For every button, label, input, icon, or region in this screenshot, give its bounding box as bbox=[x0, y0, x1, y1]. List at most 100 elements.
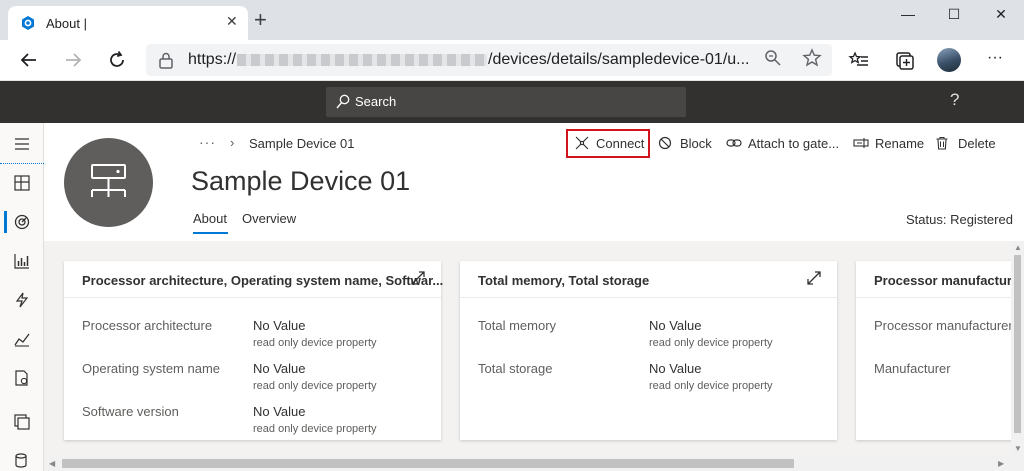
connect-icon bbox=[575, 136, 589, 150]
nav-item-jobs[interactable] bbox=[0, 359, 44, 397]
property-hint: read only device property bbox=[253, 380, 377, 392]
scroll-right-arrow-icon[interactable]: ▶ bbox=[998, 459, 1004, 468]
card-title: Total memory, Total storage bbox=[478, 273, 650, 288]
device-avatar bbox=[64, 138, 153, 227]
favorites-list-icon[interactable] bbox=[847, 48, 871, 72]
favorite-star-icon[interactable] bbox=[802, 48, 822, 68]
property-label: Processor manufacturer bbox=[874, 318, 1011, 333]
horizontal-scrollbar[interactable]: ◀ ▶ bbox=[44, 456, 1024, 471]
connect-button[interactable]: Connect bbox=[575, 136, 645, 152]
collections-icon[interactable] bbox=[892, 48, 916, 72]
nav-item-data-export[interactable] bbox=[0, 442, 44, 471]
dashboard-icon bbox=[14, 175, 30, 191]
tab-overview[interactable]: Overview bbox=[242, 211, 296, 226]
attach-to-gateway-button[interactable]: Attach to gate... bbox=[726, 136, 841, 152]
property-value: No Value bbox=[253, 361, 306, 376]
property-label: Total memory bbox=[478, 318, 557, 333]
hamburger-menu-icon bbox=[15, 138, 29, 150]
browser-tab-strip: About | ✕ + — ☐ ✕ bbox=[0, 0, 1024, 40]
delete-label: Delete bbox=[958, 136, 996, 151]
expand-icon[interactable] bbox=[806, 270, 822, 286]
help-icon[interactable]: ? bbox=[950, 90, 959, 110]
attach-label: Attach to gate... bbox=[748, 136, 840, 151]
devices-icon bbox=[14, 214, 30, 230]
nav-item-dashboard[interactable] bbox=[0, 164, 44, 202]
maximize-window-button[interactable]: ☐ bbox=[940, 6, 968, 28]
close-window-button[interactable]: ✕ bbox=[987, 6, 1015, 28]
page-title: Sample Device 01 bbox=[191, 166, 411, 196]
vertical-scroll-thumb[interactable] bbox=[1014, 255, 1021, 433]
scroll-down-arrow-icon[interactable]: ▼ bbox=[1014, 444, 1022, 453]
attach-icon bbox=[726, 139, 742, 147]
rename-icon bbox=[853, 138, 869, 148]
card-divider bbox=[64, 297, 441, 298]
block-label: Block bbox=[680, 136, 712, 151]
card-divider bbox=[856, 297, 1011, 298]
app-header: Search ? bbox=[0, 81, 1024, 123]
block-button[interactable]: Block bbox=[658, 136, 713, 152]
property-value: No Value bbox=[649, 361, 702, 376]
device-status: Status: Registered bbox=[906, 212, 1013, 227]
properties-card-processor: Processor manufacturer Processor manufac… bbox=[856, 261, 1011, 440]
breadcrumb-current: Sample Device 01 bbox=[249, 136, 355, 151]
expand-icon[interactable] bbox=[410, 270, 426, 286]
connect-label: Connect bbox=[596, 136, 645, 151]
rename-label: Rename bbox=[875, 136, 925, 151]
rename-button[interactable]: Rename bbox=[853, 136, 925, 152]
breadcrumb-overflow-button[interactable]: ··· bbox=[199, 134, 216, 150]
nav-item-rules[interactable] bbox=[0, 281, 44, 319]
vertical-scrollbar[interactable]: ▲ ▼ bbox=[1011, 241, 1024, 456]
nav-item-insights[interactable] bbox=[0, 320, 44, 358]
property-label: Manufacturer bbox=[874, 361, 951, 376]
property-hint: read only device property bbox=[649, 380, 773, 392]
property-value: No Value bbox=[649, 318, 702, 333]
delete-button[interactable]: Delete bbox=[935, 136, 997, 152]
zoom-icon[interactable] bbox=[764, 49, 782, 67]
redacted-url-segment bbox=[237, 53, 488, 66]
device-templates-icon bbox=[14, 414, 30, 430]
card-title: Processor manufacturer bbox=[874, 273, 1011, 288]
nav-item-device-templates[interactable] bbox=[0, 403, 44, 441]
address-bar[interactable]: https:///devices/details/sampledevice-01… bbox=[146, 44, 832, 76]
left-nav bbox=[0, 123, 44, 471]
url-text[interactable]: https:///devices/details/sampledevice-01… bbox=[188, 51, 750, 69]
device-properties-area: Processor architecture, Operating system… bbox=[44, 241, 1011, 456]
nav-hamburger[interactable] bbox=[0, 125, 44, 163]
property-label: Software version bbox=[82, 404, 179, 419]
profile-avatar[interactable] bbox=[937, 48, 961, 72]
browser-tab-title: About | bbox=[46, 16, 87, 31]
lightning-rules-icon bbox=[15, 292, 29, 308]
more-menu-icon[interactable]: ··· bbox=[983, 46, 1007, 70]
minimize-window-button[interactable]: — bbox=[894, 6, 922, 28]
back-arrow-icon[interactable] bbox=[17, 48, 41, 72]
nav-active-indicator bbox=[4, 211, 7, 233]
device-network-icon bbox=[91, 164, 126, 197]
new-tab-button[interactable]: + bbox=[254, 9, 267, 31]
delete-icon bbox=[936, 136, 948, 150]
scroll-left-arrow-icon[interactable]: ◀ bbox=[49, 459, 55, 468]
search-box[interactable]: Search bbox=[326, 87, 686, 117]
property-label: Processor architecture bbox=[82, 318, 213, 333]
refresh-icon[interactable] bbox=[105, 48, 129, 72]
document-jobs-icon bbox=[15, 370, 28, 386]
browser-tab[interactable]: About | ✕ bbox=[8, 6, 248, 40]
horizontal-scroll-thumb[interactable] bbox=[62, 459, 794, 468]
scroll-up-arrow-icon[interactable]: ▲ bbox=[1014, 243, 1022, 252]
bar-chart-icon bbox=[14, 254, 29, 269]
property-hint: read only device property bbox=[649, 337, 773, 349]
tab-selected-indicator bbox=[193, 232, 228, 234]
lock-icon[interactable] bbox=[158, 51, 174, 69]
browser-toolbar: https:///devices/details/sampledevice-01… bbox=[0, 40, 1024, 81]
tab-about[interactable]: About bbox=[193, 211, 227, 226]
close-tab-icon[interactable]: ✕ bbox=[226, 13, 238, 30]
properties-card-system: Processor architecture, Operating system… bbox=[64, 261, 443, 440]
search-placeholder: Search bbox=[355, 94, 397, 109]
forward-arrow-icon[interactable] bbox=[61, 48, 85, 72]
property-label: Operating system name bbox=[82, 361, 221, 376]
property-hint: read only device property bbox=[253, 337, 377, 349]
property-hint: read only device property bbox=[253, 423, 377, 435]
nav-item-devices[interactable] bbox=[0, 203, 44, 241]
search-icon bbox=[336, 94, 350, 109]
nav-item-analytics[interactable] bbox=[0, 242, 44, 280]
property-value: No Value bbox=[253, 318, 306, 333]
